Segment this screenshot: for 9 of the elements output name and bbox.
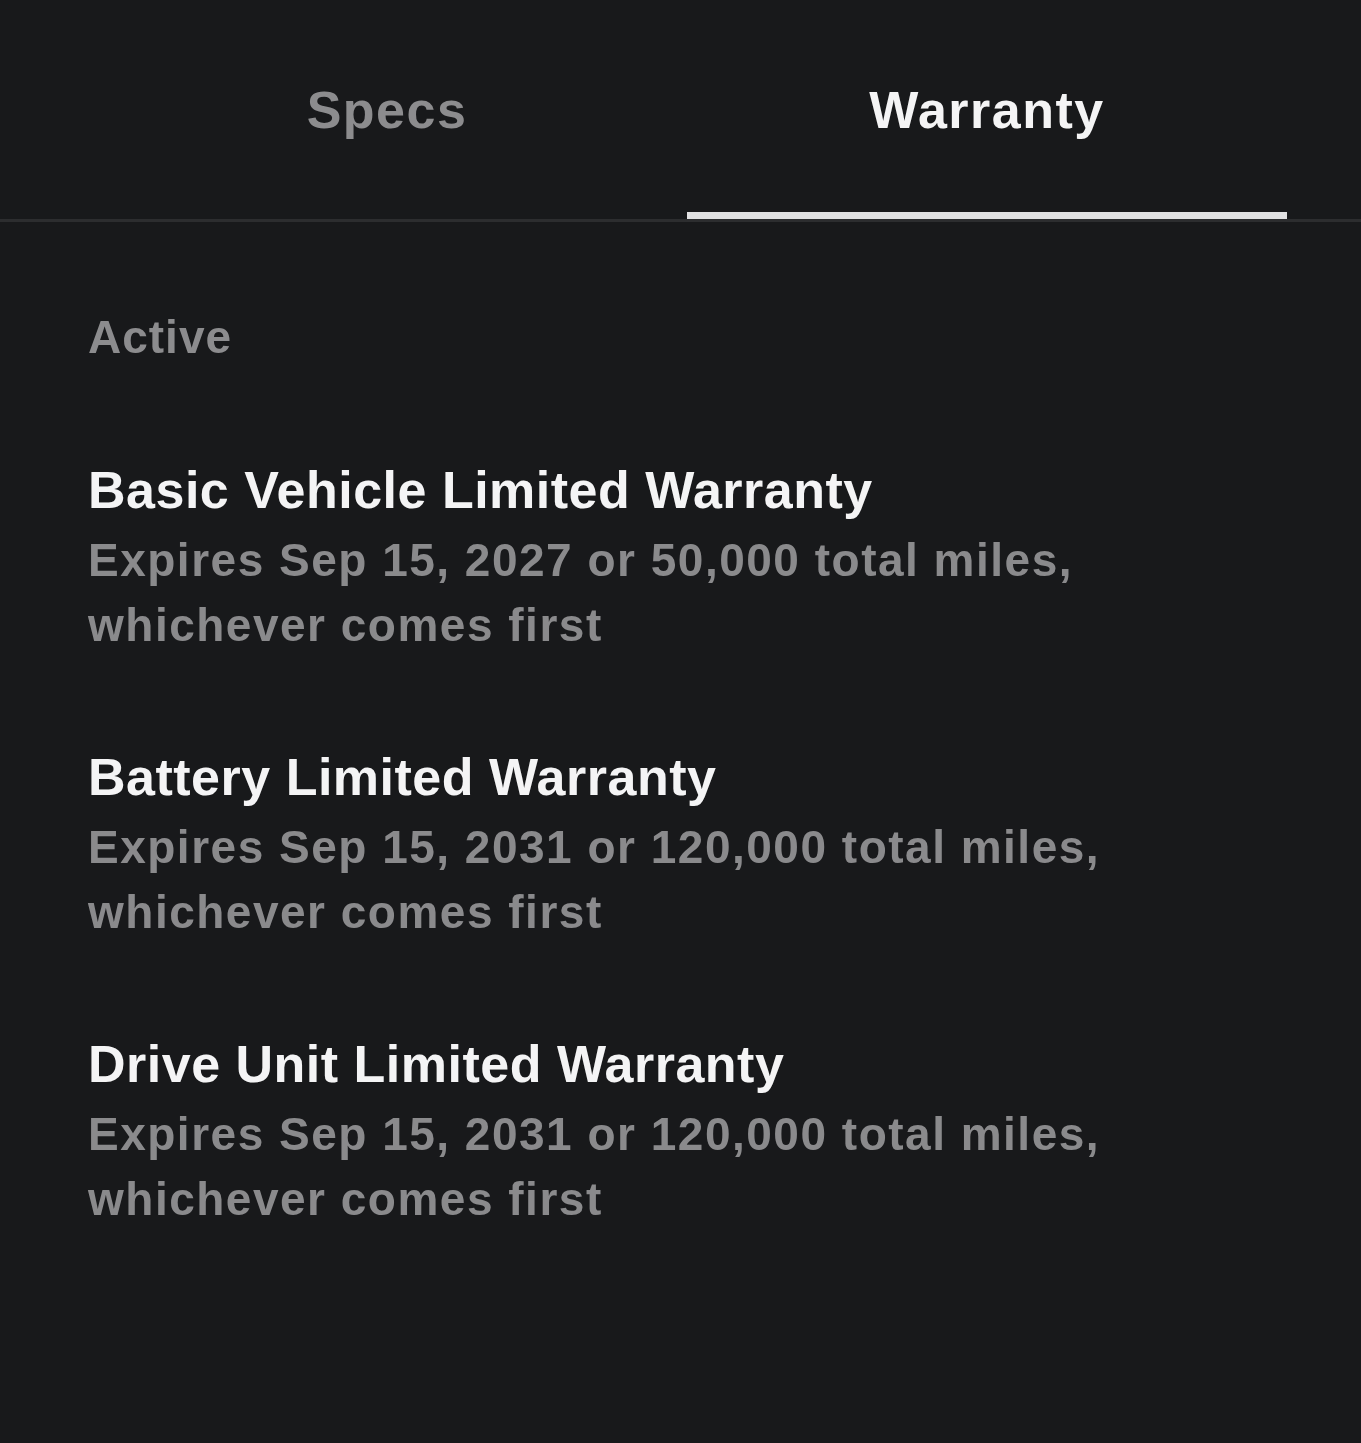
warranty-details: Expires Sep 15, 2027 or 50,000 total miles, whichever comes first — [88, 533, 1075, 653]
tab[interactable]: Specs — [87, 0, 687, 219]
tab[interactable]: Warranty — [687, 0, 1287, 219]
warranty-title: Drive Unit Limited Warranty — [88, 1034, 785, 1094]
warranty-details: Expires Sep 15, 2031 or 120,000 total miles, whichever comes first — [88, 820, 1102, 940]
warranty-title: Basic Vehicle Limited Warranty — [88, 460, 873, 520]
warranty-title: Battery Limited Warranty — [88, 747, 717, 807]
warranty-details: Expires Sep 15, 2031 or 120,000 total miles, whichever comes first — [88, 1107, 1102, 1227]
section-heading: Active — [88, 310, 234, 365]
